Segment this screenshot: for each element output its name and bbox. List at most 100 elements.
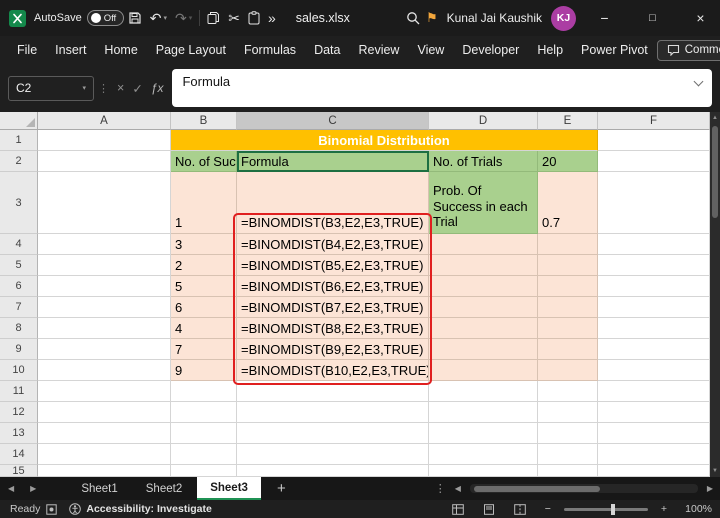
menu-tab-data[interactable]: Data (305, 36, 349, 64)
cell-b5[interactable]: 2 (171, 255, 237, 276)
empty-cell[interactable] (38, 255, 171, 276)
cell-b7[interactable]: 6 (171, 297, 237, 318)
row-header[interactable]: 11 (0, 381, 38, 402)
name-box[interactable]: C2 ▾ (8, 75, 94, 101)
empty-cell[interactable] (429, 402, 538, 423)
menu-tab-power-pivot[interactable]: Power Pivot (572, 36, 657, 64)
empty-cell[interactable] (598, 423, 710, 444)
cancel-entry-button[interactable]: × (113, 81, 128, 95)
empty-cell[interactable] (429, 339, 538, 360)
row-header[interactable]: 6 (0, 276, 38, 297)
empty-cell[interactable] (538, 423, 598, 444)
zoom-out-button[interactable]: − (539, 503, 557, 515)
empty-cell[interactable] (429, 318, 538, 339)
empty-cell[interactable] (38, 360, 171, 381)
empty-cell[interactable] (538, 360, 598, 381)
column-header-c[interactable]: C (237, 112, 429, 130)
cell-d2[interactable]: No. of Trials (429, 151, 538, 172)
cell-c9[interactable]: =BINOMDIST(B9,E2,E3,TRUE) (237, 339, 429, 360)
cell-c8[interactable]: =BINOMDIST(B8,E2,E3,TRUE) (237, 318, 429, 339)
empty-cell[interactable] (429, 297, 538, 318)
row-header[interactable]: 8 (0, 318, 38, 339)
sheet-tab-sheet3-active[interactable]: Sheet3 (197, 477, 261, 500)
empty-cell[interactable] (38, 130, 171, 151)
autosave-toggle[interactable]: Off (86, 10, 124, 26)
cell-c10[interactable]: =BINOMDIST(B10,E2,E3,TRUE) (237, 360, 429, 381)
row-header[interactable]: 4 (0, 234, 38, 255)
minimize-button[interactable]: − (585, 0, 624, 36)
empty-cell[interactable] (598, 339, 710, 360)
confirm-entry-button[interactable]: ✓ (128, 81, 146, 96)
empty-cell[interactable] (598, 234, 710, 255)
empty-cell[interactable] (237, 465, 429, 477)
row-header[interactable]: 5 (0, 255, 38, 276)
empty-cell[interactable] (429, 423, 538, 444)
empty-cell[interactable] (171, 465, 237, 477)
row-header[interactable]: 3 (0, 172, 38, 234)
empty-cell[interactable] (598, 402, 710, 423)
redo-button[interactable]: ↷ ▾ (171, 5, 196, 31)
empty-cell[interactable] (538, 444, 598, 465)
user-name[interactable]: Kunal Jai Kaushik (447, 11, 542, 25)
cell-b2[interactable]: No. of Suc (171, 151, 237, 172)
empty-cell[interactable] (538, 465, 598, 477)
menu-tab-review[interactable]: Review (349, 36, 408, 64)
horizontal-scrollbar[interactable] (469, 484, 698, 493)
flag-icon[interactable]: ⚑ (426, 10, 438, 26)
empty-cell[interactable] (598, 465, 710, 477)
empty-cell[interactable] (171, 381, 237, 402)
close-button[interactable]: × (681, 0, 720, 36)
empty-cell[interactable] (38, 276, 171, 297)
empty-cell[interactable] (538, 255, 598, 276)
cell-b9[interactable]: 7 (171, 339, 237, 360)
menu-tab-page-layout[interactable]: Page Layout (147, 36, 235, 64)
empty-cell[interactable] (538, 381, 598, 402)
clipboard-button[interactable] (244, 5, 264, 31)
empty-cell[interactable] (237, 381, 429, 402)
empty-cell[interactable] (171, 444, 237, 465)
zoom-in-button[interactable]: + (655, 503, 673, 515)
view-normal-button[interactable] (446, 503, 470, 515)
tab-scroll-right-button[interactable]: ▶ (22, 477, 44, 500)
view-page-break-button[interactable] (508, 503, 532, 515)
empty-cell[interactable] (38, 444, 171, 465)
cell-e3[interactable]: 0.7 (538, 172, 598, 234)
empty-cell[interactable] (429, 255, 538, 276)
zoom-level[interactable]: 100% (680, 503, 712, 515)
empty-cell[interactable] (598, 130, 710, 151)
save-button[interactable] (124, 5, 146, 31)
column-header-a[interactable]: A (38, 112, 171, 130)
empty-cell[interactable] (538, 276, 598, 297)
menu-tab-help[interactable]: Help (528, 36, 572, 64)
menu-tab-developer[interactable]: Developer (453, 36, 528, 64)
scroll-down-icon[interactable]: ▼ (712, 465, 718, 477)
cell-b8[interactable]: 4 (171, 318, 237, 339)
select-all-button[interactable] (0, 112, 38, 130)
hscroll-right-icon[interactable]: ▶ (707, 484, 713, 493)
cell-b3[interactable]: 1 (171, 172, 237, 234)
row-header[interactable]: 1 (0, 130, 38, 151)
menu-tab-file[interactable]: File (8, 36, 46, 64)
empty-cell[interactable] (38, 151, 171, 172)
sheet-tab-sheet2[interactable]: Sheet2 (133, 477, 195, 500)
macro-record-button[interactable] (40, 503, 63, 515)
menu-tab-view[interactable]: View (408, 36, 453, 64)
empty-cell[interactable] (429, 276, 538, 297)
empty-cell[interactable] (38, 234, 171, 255)
empty-cell[interactable] (38, 318, 171, 339)
empty-cell[interactable] (429, 381, 538, 402)
column-header-e[interactable]: E (538, 112, 598, 130)
menu-tab-home[interactable]: Home (95, 36, 146, 64)
empty-cell[interactable] (538, 234, 598, 255)
empty-cell[interactable] (38, 423, 171, 444)
formula-bar-expand-icon[interactable] (693, 76, 704, 87)
sheet-tab-sheet1[interactable]: Sheet1 (68, 477, 130, 500)
maximize-button[interactable]: □ (633, 0, 672, 36)
cell-c4[interactable]: =BINOMDIST(B4,E2,E3,TRUE) (237, 234, 429, 255)
row-header[interactable]: 9 (0, 339, 38, 360)
empty-cell[interactable] (598, 297, 710, 318)
row-header[interactable]: 12 (0, 402, 38, 423)
undo-button[interactable]: ↶ ▾ (146, 5, 171, 31)
cell-b4[interactable]: 3 (171, 234, 237, 255)
horizontal-scroll-thumb[interactable] (473, 485, 600, 492)
